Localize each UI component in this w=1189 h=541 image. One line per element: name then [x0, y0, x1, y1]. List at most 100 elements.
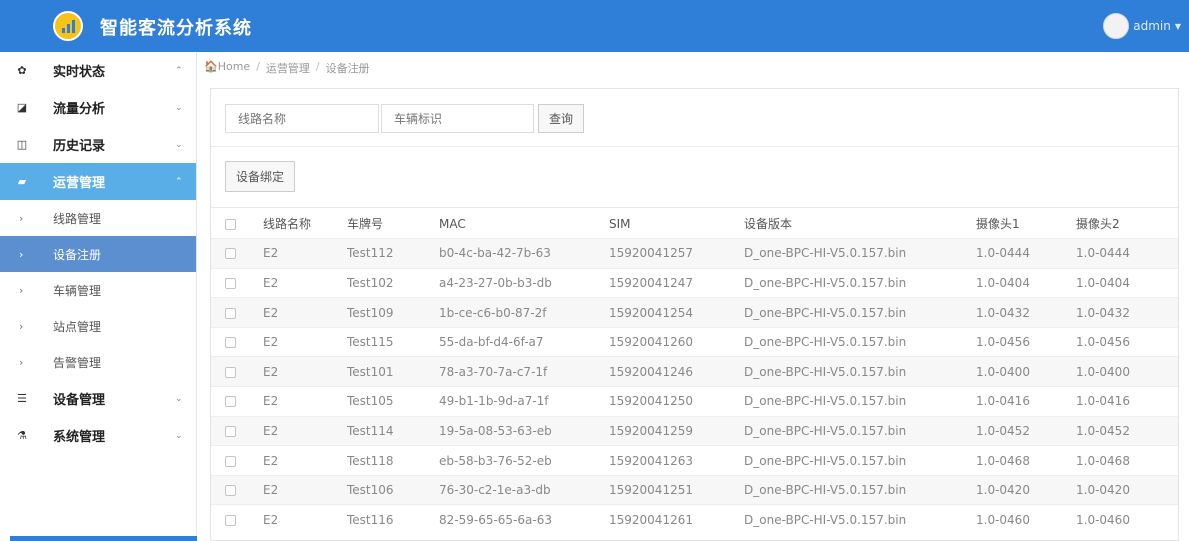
- row-checkbox[interactable]: [211, 505, 249, 535]
- cell-sim: 15920041247: [609, 275, 693, 290]
- cell-version: D_one-BPC-HI-V5.0.157.bin: [744, 246, 907, 261]
- row-checkbox[interactable]: [211, 298, 249, 328]
- col-camera2: 摄像头2: [1076, 217, 1120, 232]
- table-row[interactable]: E2 Test101 78-a3-70-7a-c7-1f 15920041246 D_o…: [211, 356, 1178, 387]
- breadcrumb-home[interactable]: 🏠Home: [204, 60, 250, 76]
- submenu-item[interactable]: › 告警管理: [0, 344, 196, 380]
- submenu-item[interactable]: › 设备注册: [0, 236, 196, 272]
- cell-plate: Test105: [347, 394, 394, 409]
- checkbox-icon[interactable]: [225, 514, 236, 526]
- checkbox-icon[interactable]: [225, 248, 236, 260]
- table-row[interactable]: E2 Test114 19-5a-08-53-63-eb 15920041259 D_o…: [211, 416, 1178, 446]
- top-navbar: 智能客流分析系统 admin ▼: [0, 0, 1189, 52]
- row-checkbox[interactable]: [211, 327, 249, 357]
- cell-camera2: 1.0-0444: [1076, 246, 1130, 261]
- query-button[interactable]: 查询: [538, 104, 585, 133]
- submenu-label: 告警管理: [53, 355, 102, 370]
- bind-device-button[interactable]: 设备绑定: [225, 161, 296, 192]
- checkbox-icon[interactable]: [225, 485, 236, 497]
- chevron-icon: ⌄: [175, 139, 183, 150]
- checkbox-icon[interactable]: [225, 396, 236, 408]
- cell-sim: 15920041251: [609, 483, 693, 498]
- row-checkbox[interactable]: [211, 239, 249, 269]
- user-menu[interactable]: admin ▼: [1103, 13, 1181, 39]
- col-route-name: 线路名称: [263, 217, 312, 232]
- select-all-checkbox[interactable]: [211, 209, 249, 239]
- cell-camera2: 1.0-0452: [1076, 423, 1130, 438]
- table-row[interactable]: E2 Test115 55-da-bf-d4-6f-a7 15920041260 D_o…: [211, 327, 1178, 357]
- table-row[interactable]: E2 Test106 76-30-c2-1e-a3-db 15920041251 D_o…: [211, 475, 1178, 505]
- table-row[interactable]: E2 Test118 eb-58-b3-76-52-eb 15920041263 D_o…: [211, 445, 1178, 476]
- user-name[interactable]: admin: [1133, 19, 1171, 33]
- cell-sim: 15920041260: [609, 335, 693, 350]
- menu-history[interactable]: ◫ 历史记录 ⌄: [0, 126, 196, 163]
- cell-sim: 15920041257: [609, 246, 693, 261]
- breadcrumb-ops[interactable]: 运营管理: [266, 60, 310, 76]
- cell-sim: 15920041246: [609, 364, 693, 379]
- cell-plate: Test106: [347, 483, 394, 498]
- vehicle-id-input[interactable]: [381, 104, 534, 133]
- dashboard-icon: ✿: [17, 64, 27, 77]
- col-sim: SIM: [609, 216, 631, 231]
- chevron-icon: ⌄: [175, 430, 183, 441]
- table-row[interactable]: E2 Test112 b0-4c-ba-42-7b-63 15920041257 D_o…: [211, 238, 1178, 269]
- cell-sim: 15920041250: [609, 394, 693, 409]
- submenu-label: 车辆管理: [53, 283, 102, 298]
- cell-camera1: 1.0-0444: [976, 246, 1030, 261]
- cell-mac: 49-b1-1b-9d-a7-1f: [439, 394, 549, 409]
- row-checkbox[interactable]: [211, 446, 249, 476]
- checkbox-icon[interactable]: [225, 366, 236, 378]
- chevron-right-icon: ›: [19, 283, 24, 297]
- avatar[interactable]: [1103, 13, 1130, 39]
- checkbox-icon[interactable]: [225, 337, 236, 349]
- table-row[interactable]: E2 Test102 a4-23-27-0b-b3-db 15920041247 D_o…: [211, 268, 1178, 298]
- cell-version: D_one-BPC-HI-V5.0.157.bin: [744, 275, 907, 290]
- cell-version: D_one-BPC-HI-V5.0.157.bin: [744, 394, 907, 409]
- submenu-item[interactable]: › 站点管理: [0, 308, 196, 344]
- checkbox-icon[interactable]: [225, 277, 236, 289]
- menu-system[interactable]: ⚗ 系统管理 ⌄: [0, 417, 196, 454]
- row-checkbox[interactable]: [211, 268, 249, 298]
- col-mac: MAC: [439, 216, 466, 231]
- cell-camera2: 1.0-0404: [1076, 275, 1130, 290]
- row-checkbox[interactable]: [211, 475, 249, 505]
- cell-sim: 15920041254: [609, 305, 693, 320]
- cell-camera1: 1.0-0460: [976, 512, 1030, 527]
- cell-mac: 1b-ce-c6-b0-87-2f: [439, 305, 547, 320]
- chevron-right-icon: ›: [19, 355, 24, 369]
- menu-realtime[interactable]: ✿ 实时状态 ⌃: [0, 52, 196, 89]
- breadcrumb-separator: /: [315, 60, 320, 73]
- caret-down-icon[interactable]: ▼: [1175, 22, 1181, 31]
- cell-plate: Test118: [347, 453, 394, 468]
- table-row[interactable]: E2 Test109 1b-ce-c6-b0-87-2f 15920041254 D_o…: [211, 297, 1178, 328]
- table-row[interactable]: E2 Test116 82-59-65-65-6a-63 15920041261 D_o…: [211, 504, 1178, 535]
- chevron-right-icon: ›: [19, 211, 24, 225]
- checkbox-icon[interactable]: [225, 455, 236, 467]
- cell-plate: Test112: [347, 246, 394, 261]
- cell-route: E2: [263, 483, 279, 498]
- table-body: E2 Test112 b0-4c-ba-42-7b-63 15920041257 D_o…: [211, 238, 1178, 535]
- menu-ops[interactable]: ▰ 运营管理 ⌃: [0, 163, 196, 200]
- row-checkbox[interactable]: [211, 387, 249, 417]
- checkbox-icon[interactable]: [225, 307, 236, 319]
- cell-plate: Test101: [347, 364, 394, 379]
- route-name-input[interactable]: [225, 104, 379, 133]
- cell-camera2: 1.0-0420: [1076, 483, 1130, 498]
- table-row[interactable]: E2 Test105 49-b1-1b-9d-a7-1f 15920041250 D_o…: [211, 386, 1178, 417]
- cell-camera1: 1.0-0468: [976, 453, 1030, 468]
- row-checkbox[interactable]: [211, 357, 249, 387]
- row-checkbox[interactable]: [211, 416, 249, 446]
- cell-route: E2: [263, 364, 279, 379]
- submenu-item[interactable]: › 车辆管理: [0, 272, 196, 308]
- cell-plate: Test115: [347, 335, 394, 350]
- cell-sim: 15920041259: [609, 423, 693, 438]
- cell-camera1: 1.0-0404: [976, 275, 1030, 290]
- checkbox-icon[interactable]: [225, 425, 236, 437]
- menu-flow[interactable]: ◪ 流量分析 ⌄: [0, 89, 196, 126]
- breadcrumb: 🏠Home / 运营管理 / 设备注册: [204, 60, 370, 76]
- cell-mac: eb-58-b3-76-52-eb: [439, 453, 552, 468]
- checkbox-icon[interactable]: [225, 218, 236, 230]
- submenu-item[interactable]: › 线路管理: [0, 200, 196, 236]
- menu-device[interactable]: ☰ 设备管理 ⌄: [0, 380, 196, 417]
- cell-sim: 15920041263: [609, 453, 693, 468]
